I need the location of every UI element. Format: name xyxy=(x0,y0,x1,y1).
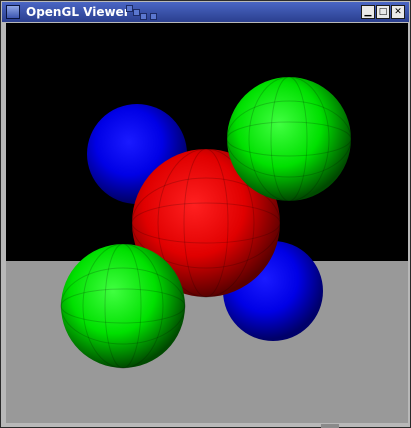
title-bar[interactable]: OpenGL Viewer ▁ □ ✕ xyxy=(2,2,409,22)
window-title: OpenGL Viewer xyxy=(26,5,130,19)
green-sphere-top xyxy=(226,76,352,202)
opengl-viewer-window: OpenGL Viewer ▁ □ ✕ xyxy=(0,0,411,428)
minimize-button[interactable]: ▁ xyxy=(361,5,375,19)
window-menu-icon[interactable] xyxy=(6,5,20,19)
close-button[interactable]: ✕ xyxy=(391,5,405,19)
opengl-viewport[interactable] xyxy=(6,23,408,423)
titlebar-decoration xyxy=(126,5,168,21)
green-sphere-bottom xyxy=(60,243,186,369)
maximize-button[interactable]: □ xyxy=(376,5,390,19)
resize-grip[interactable] xyxy=(321,424,339,428)
scene-canvas xyxy=(60,76,352,369)
